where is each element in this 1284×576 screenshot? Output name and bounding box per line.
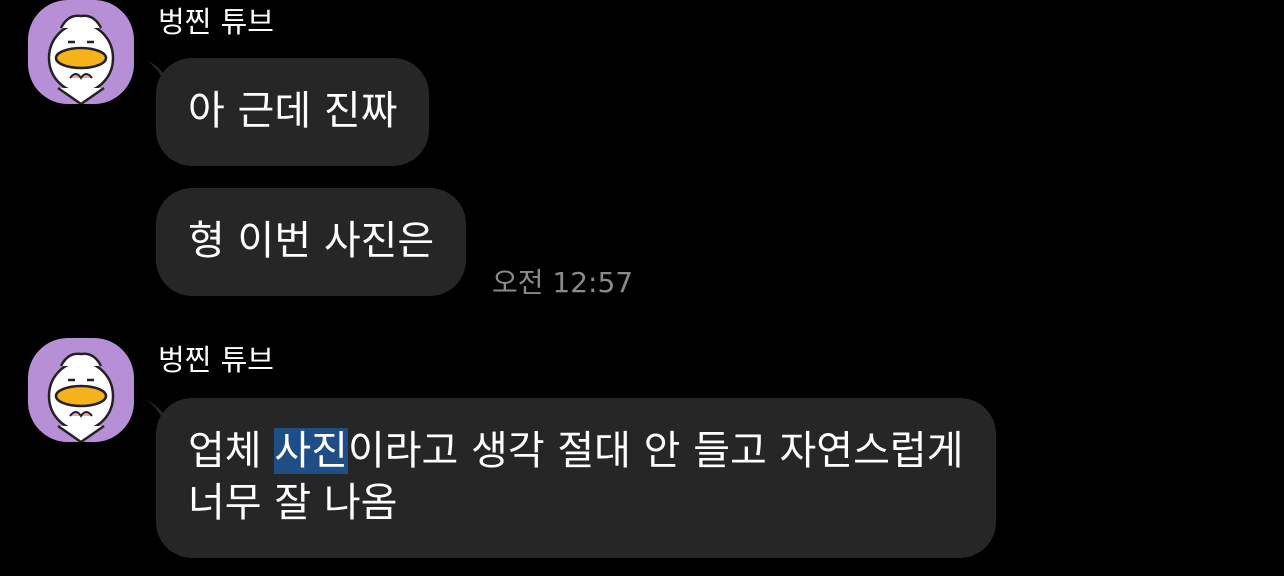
sender-name: 벙찐 튜브 — [158, 343, 274, 377]
message-text: 너무 잘 나옴 — [188, 480, 398, 526]
message-bubble[interactable]: 아 근데 진짜 — [156, 58, 430, 166]
message-text-line: 업체 사진이라고 생각 절대 안 들고 자연스럽게 — [188, 425, 964, 477]
sender-name: 벙찐 튜브 — [158, 5, 274, 39]
avatar[interactable] — [28, 338, 134, 442]
duck-character-icon — [47, 352, 115, 442]
selected-text[interactable]: 사진 — [274, 428, 348, 474]
message-timestamp: 오전 12:57 — [492, 266, 634, 299]
message-bubble[interactable]: 형 이번 사진은 — [156, 188, 467, 296]
message-text: 형 이번 사진은 — [188, 218, 435, 264]
message-bubble[interactable]: 업체 사진이라고 생각 절대 안 들고 자연스럽게 너무 잘 나옴 — [156, 398, 996, 558]
avatar[interactable] — [28, 0, 134, 104]
message-text: 이라고 생각 절대 안 들고 자연스럽게 — [347, 428, 964, 474]
message-text: 업체 — [188, 428, 275, 474]
message-text-line: 너무 잘 나옴 — [188, 477, 964, 529]
message-text: 아 근데 진짜 — [188, 88, 398, 134]
duck-character-icon — [47, 14, 115, 104]
